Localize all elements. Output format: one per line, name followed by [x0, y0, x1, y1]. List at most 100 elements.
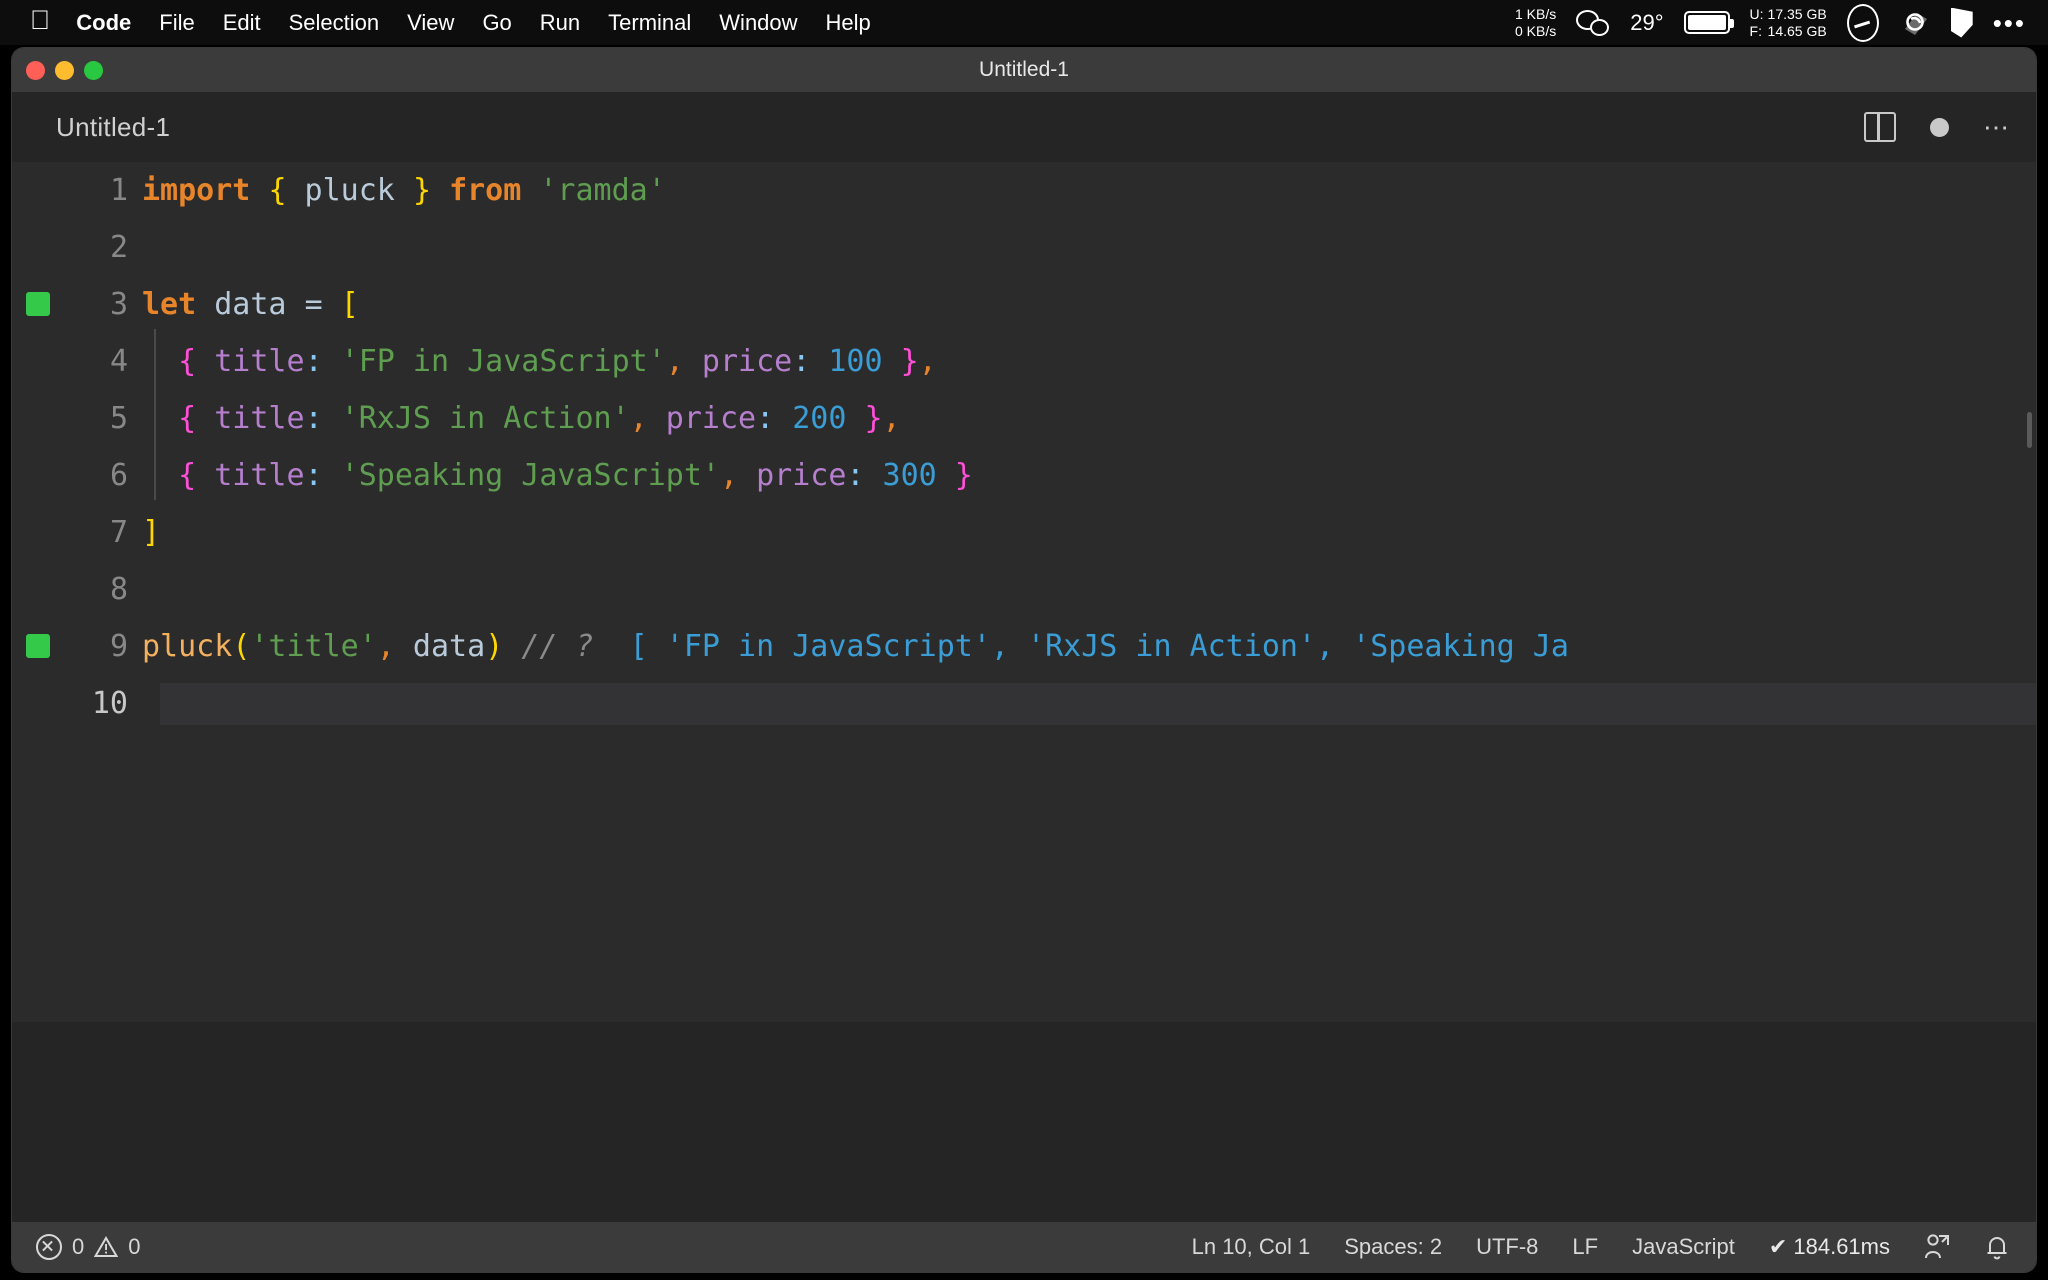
- more-actions-icon[interactable]: ⋯: [1983, 114, 2010, 140]
- quokka-gutter-marker[interactable]: [26, 292, 50, 316]
- menu-item-code[interactable]: Code: [76, 10, 131, 36]
- code-token: import: [142, 173, 251, 208]
- menu-item-selection[interactable]: Selection: [289, 10, 380, 36]
- network-download-rate: 0 KB/s: [1515, 22, 1557, 39]
- apple-icon[interactable]: : [30, 7, 50, 34]
- code-token: ,: [665, 344, 684, 379]
- code-token: {: [178, 458, 197, 493]
- control-center-icon[interactable]: •••: [1993, 10, 2026, 36]
- menu-item-run[interactable]: Run: [540, 10, 580, 36]
- code-token: 'RxJS in Action': [340, 401, 630, 436]
- code-token: ,: [918, 344, 937, 379]
- network-upload-rate: 1 KB/s: [1515, 6, 1557, 23]
- current-line-highlight: [160, 682, 2036, 725]
- close-window-button[interactable]: [26, 60, 45, 80]
- language-mode[interactable]: JavaScript: [1632, 1234, 1735, 1260]
- code-lines: 1 import { pluck } from 'ramda' 2 3 let data…: [12, 162, 2036, 732]
- code-token: }: [864, 401, 883, 436]
- code-line-2[interactable]: 2: [12, 219, 2036, 276]
- disk-usage-indicator[interactable]: U: 17.35 GB F: 14.65 GB: [1750, 6, 1827, 38]
- menu-item-view[interactable]: View: [407, 10, 454, 36]
- line-number: 10: [91, 686, 128, 721]
- code-editor[interactable]: 1 import { pluck } from 'ramda' 2 3 let data…: [12, 162, 2036, 1022]
- code-token: }: [954, 458, 973, 493]
- traffic-lights: [12, 60, 103, 80]
- code-line-7[interactable]: 7]: [12, 504, 2036, 561]
- quokka-timing[interactable]: ✔ 184.61ms: [1769, 1234, 1890, 1260]
- gauge-icon[interactable]: [1846, 3, 1879, 42]
- menu-item-window[interactable]: Window: [719, 10, 797, 36]
- disk-free-value: 14.65 GB: [1767, 22, 1827, 39]
- battery-icon[interactable]: [1683, 11, 1734, 34]
- code-token: price: [756, 458, 847, 493]
- menu-item-go[interactable]: Go: [482, 10, 511, 36]
- code-token: pluck: [142, 629, 233, 664]
- window-title-bar: Untitled-1: [12, 48, 2036, 92]
- menu-item-terminal[interactable]: Terminal: [608, 10, 691, 36]
- error-count: 0: [72, 1234, 85, 1259]
- code-token: :: [304, 344, 323, 379]
- quokka-gutter-marker[interactable]: [26, 634, 50, 658]
- warning-icon: [94, 1236, 119, 1258]
- menu-item-file[interactable]: File: [159, 10, 194, 36]
- disk-free-label: F:: [1749, 22, 1762, 39]
- menu-bar-status-items: 1 KB/s 0 KB/s 29° U: 17.35 GB F: 14.65 GB …: [1515, 3, 2026, 42]
- code-token: 100: [828, 344, 883, 379]
- split-editor-icon[interactable]: [1864, 112, 1896, 142]
- code-line-8[interactable]: 8: [12, 561, 2036, 618]
- code-token: :: [756, 401, 775, 436]
- code-token: (: [232, 629, 251, 664]
- maximize-window-button[interactable]: [84, 60, 103, 80]
- status-bar-problems[interactable]: 0 0: [36, 1234, 141, 1260]
- code-line-6[interactable]: 6 { title: 'Speaking JavaScript', price:…: [12, 443, 2036, 504]
- code-token: title: [214, 344, 305, 379]
- bell-icon[interactable]: [1984, 1233, 2010, 1261]
- code-token: 'title': [250, 629, 377, 664]
- editor-scrollbar-thumb[interactable]: [2027, 412, 2032, 448]
- code-token: ,: [376, 629, 395, 664]
- code-line-5[interactable]: 5 { title: 'RxJS in Action', price: 200 …: [12, 386, 2036, 447]
- cursor-position[interactable]: Ln 10, Col 1: [1192, 1234, 1311, 1260]
- flag-icon[interactable]: [1950, 7, 1973, 38]
- code-line-10[interactable]: 10: [12, 675, 2036, 732]
- code-line-4[interactable]: 4 { title: 'FP in JavaScript', price: 10…: [12, 329, 2036, 390]
- editor-tab-untitled-1[interactable]: Untitled-1: [56, 112, 170, 143]
- minimize-window-button[interactable]: [55, 60, 74, 80]
- code-line-1[interactable]: 1 import { pluck } from 'ramda': [12, 162, 2036, 219]
- code-line-3[interactable]: 3 let data = [: [12, 276, 2036, 333]
- code-token: price: [701, 344, 793, 379]
- code-token: ,: [882, 401, 901, 436]
- status-bar-right: Ln 10, Col 1 Spaces: 2 UTF-8 LF JavaScri…: [1192, 1233, 2010, 1261]
- code-token: }: [412, 173, 431, 208]
- menu-item-edit[interactable]: Edit: [223, 10, 261, 36]
- code-token: }: [900, 344, 919, 379]
- error-icon: [36, 1234, 62, 1260]
- network-speed-indicator[interactable]: 1 KB/s 0 KB/s: [1515, 6, 1556, 38]
- remote-person-icon[interactable]: [1924, 1233, 1950, 1261]
- indent-guide: [154, 443, 156, 500]
- code-token: 300: [882, 458, 937, 493]
- code-token: ]: [142, 515, 161, 550]
- menu-item-help[interactable]: Help: [826, 10, 871, 36]
- encoding-setting[interactable]: UTF-8: [1476, 1234, 1538, 1260]
- wechat-bubble-small: [1590, 18, 1610, 36]
- code-line-9[interactable]: 9 pluck('title', data) // ? [ 'FP in Java…: [12, 618, 2036, 675]
- indentation-setting[interactable]: Spaces: 2: [1344, 1234, 1442, 1260]
- temperature-indicator[interactable]: 29°: [1630, 10, 1663, 36]
- wechat-icon[interactable]: [1576, 9, 1610, 36]
- link-icon[interactable]: [1899, 7, 1931, 39]
- vscode-window: Untitled-1 Untitled-1 ⋯ 1 import { pluck …: [12, 48, 2036, 1272]
- eol-setting[interactable]: LF: [1572, 1234, 1598, 1260]
- unsaved-dot-icon[interactable]: [1930, 117, 1949, 137]
